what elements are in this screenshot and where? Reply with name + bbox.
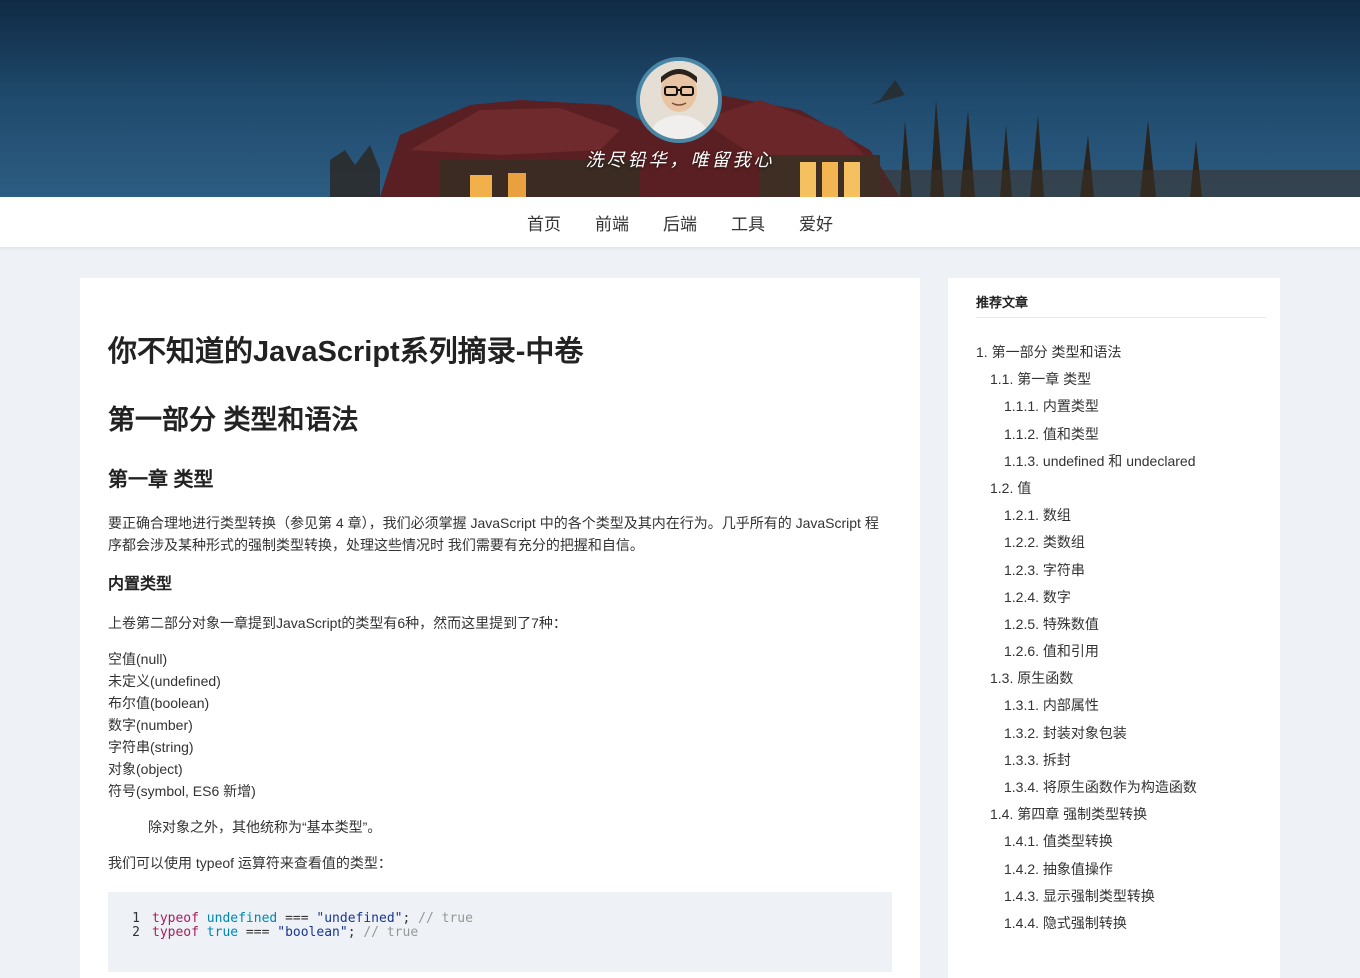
toc-item[interactable]: 1. 第一部分 类型和语法 <box>976 342 1266 369</box>
type-number: 数字(number) <box>108 717 193 733</box>
note-paragraph: 上卷第二部分对象一章提到JavaScript的类型有6种，然而这里提到了7种： <box>108 615 567 631</box>
sidebar-title: 推荐文章 <box>976 292 1266 318</box>
table-of-contents: 1. 第一部分 类型和语法 1.1. 第一章 类型 1.1.1. 内置类型 1.1.2… <box>976 342 1266 940</box>
toc-item[interactable]: 1.4. 第四章 强制类型转换 <box>976 804 1266 831</box>
toc-item[interactable]: 1.2.4. 数字 <box>976 587 1266 614</box>
header-banner: 洗尽铅华，唯留我心 <box>0 0 1360 197</box>
main-nav: 首页 前端 后端 工具 爱好 <box>0 197 1360 248</box>
toc-item[interactable]: 1.2. 值 <box>976 478 1266 505</box>
code-line: 2 typeof true === "boolean"; // true <box>108 926 892 939</box>
toc-item[interactable]: 1.3.1. 内部属性 <box>976 695 1266 722</box>
toc-item[interactable]: 1.4.2. 抽象值操作 <box>976 859 1266 886</box>
toc-item[interactable]: 1.2.1. 数组 <box>976 505 1266 532</box>
toc-item[interactable]: 1.1.2. 值和类型 <box>976 424 1266 451</box>
code-text: typeof true === "boolean"; // true <box>152 925 419 940</box>
nav-frontend[interactable]: 前端 <box>595 210 629 235</box>
section-heading: 内置类型 <box>108 576 173 593</box>
type-list: 空值(null) 未定义(undefined) 布尔值(boolean) 数字(… <box>108 648 892 802</box>
toc-item[interactable]: 1.2.2. 类数组 <box>976 532 1266 559</box>
toc-item[interactable]: 1.1.1. 内置类型 <box>976 396 1266 423</box>
toc-item[interactable]: 1.1.3. undefined 和 undeclared <box>976 451 1266 478</box>
site-motto: 洗尽铅华，唯留我心 <box>585 150 775 171</box>
toc-item[interactable]: 1.3.4. 将原生函数作为构造函数 <box>976 777 1266 804</box>
toc-item[interactable]: 1.3. 原生函数 <box>976 668 1266 695</box>
toc-item[interactable]: 1.4.4. 隐式强制转换 <box>976 913 1266 940</box>
type-undefined: 未定义(undefined) <box>108 673 221 689</box>
type-object: 对象(object) <box>108 761 183 777</box>
toc-item[interactable]: 1.2.6. 值和引用 <box>976 641 1266 668</box>
toc-item[interactable]: 1.3.2. 封装对象包装 <box>976 723 1266 750</box>
toc-item[interactable]: 1.4.1. 值类型转换 <box>976 831 1266 858</box>
toc-item[interactable]: 1.4.3. 显示强制类型转换 <box>976 886 1266 913</box>
typeof-paragraph: 我们可以使用 typeof 运算符来查看值的类型： <box>108 855 392 871</box>
line-number: 2 <box>132 925 140 940</box>
chapter-heading: 第一章 类型 <box>108 469 214 491</box>
type-null: 空值(null) <box>108 651 168 667</box>
part-heading: 第一部分 类型和语法 <box>108 405 359 435</box>
code-line: 1 typeof undefined === "undefined"; // t… <box>108 912 892 925</box>
type-boolean: 布尔值(boolean) <box>108 695 210 711</box>
code-block: 1 typeof undefined === "undefined"; // t… <box>108 892 892 972</box>
toc-item[interactable]: 1.3.3. 拆封 <box>976 750 1266 777</box>
type-symbol: 符号(symbol, ES6 新增) <box>108 783 256 799</box>
sidebar-panel: 推荐文章 1. 第一部分 类型和语法 1.1. 第一章 类型 1.1.1. 内置类型… <box>948 278 1280 978</box>
nav-tools[interactable]: 工具 <box>731 210 765 235</box>
nav-backend[interactable]: 后端 <box>663 210 697 235</box>
type-string: 字符串(string) <box>108 739 194 755</box>
avatar[interactable] <box>636 57 722 143</box>
article-panel: 你不知道的JavaScript系列摘录-中卷 第一部分 类型和语法 第一章 类型… <box>80 278 920 978</box>
toc-item[interactable]: 1.1. 第一章 类型 <box>976 369 1266 396</box>
toc-item[interactable]: 1.2.5. 特殊数值 <box>976 614 1266 641</box>
intro-paragraph: 要正确合理地进行类型转换（参见第 4 章），我们必须掌握 JavaScript … <box>108 515 879 553</box>
code-text: typeof undefined === "undefined"; // tru… <box>152 911 473 926</box>
line-number: 1 <box>132 911 140 926</box>
toc-item[interactable]: 1.2.3. 字符串 <box>976 560 1266 587</box>
basic-types-paragraph: 除对象之外，其他统称为“基本类型”。 <box>148 819 382 835</box>
avatar-photo-icon <box>640 61 718 139</box>
article-title: 你不知道的JavaScript系列摘录-中卷 <box>108 336 584 368</box>
nav-home[interactable]: 首页 <box>527 210 561 235</box>
nav-hobbies[interactable]: 爱好 <box>799 210 833 235</box>
